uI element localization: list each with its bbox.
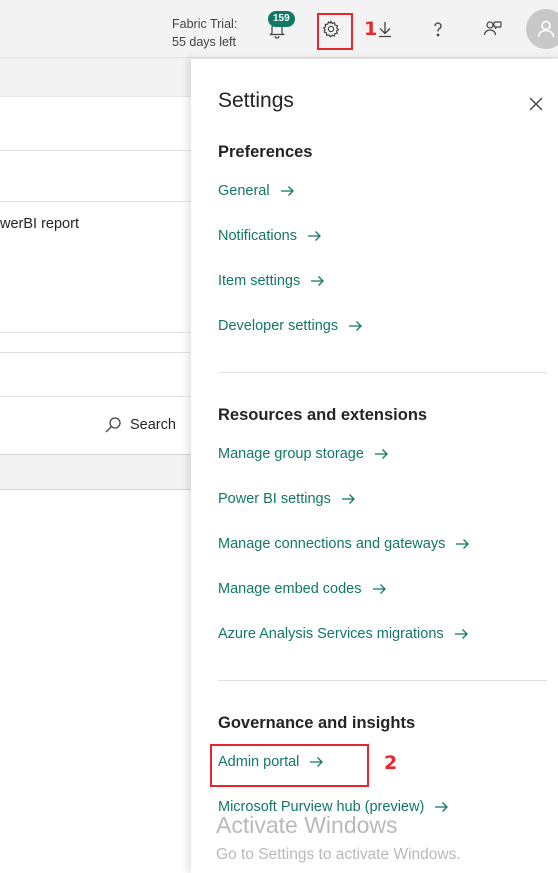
close-icon[interactable]	[527, 95, 545, 113]
link-manage-embed-codes[interactable]: Manage embed codes	[218, 581, 387, 597]
link-general[interactable]: General	[218, 183, 295, 199]
link-label: Manage connections and gateways	[218, 536, 446, 552]
background-toolbar	[0, 59, 191, 97]
background-divider	[0, 396, 191, 397]
search-label: Search	[130, 417, 176, 433]
link-manage-group-storage[interactable]: Manage group storage	[218, 446, 389, 462]
link-power-bi-settings[interactable]: Power BI settings	[218, 491, 356, 507]
link-label: Item settings	[218, 273, 301, 289]
section-heading-governance: Governance and insights	[218, 714, 416, 732]
background-divider	[0, 352, 191, 353]
step1-highlight	[317, 13, 353, 50]
link-label: Manage group storage	[218, 446, 364, 462]
link-label: Notifications	[218, 228, 297, 244]
step2-number: 2	[384, 752, 398, 774]
activate-windows-title: Activate Windows	[216, 812, 398, 838]
link-label: General	[218, 183, 270, 199]
download-icon	[379, 22, 391, 38]
arrow-right-icon	[372, 584, 386, 594]
link-manage-connections[interactable]: Manage connections and gateways	[218, 536, 470, 552]
link-label: Developer settings	[218, 318, 339, 334]
background-header-row	[0, 150, 191, 202]
help-button[interactable]	[421, 12, 455, 46]
link-notifications[interactable]: Notifications	[218, 228, 322, 244]
arrow-right-icon	[456, 539, 470, 549]
background-table-header	[0, 454, 191, 490]
trial-label: Fabric Trial:	[172, 17, 238, 31]
trial-status: Fabric Trial: 55 days left	[172, 15, 237, 51]
arrow-right-icon	[341, 494, 355, 504]
download-button[interactable]	[368, 12, 402, 46]
feedback-button[interactable]	[476, 12, 510, 46]
trial-days-left: 55 days left	[172, 35, 236, 49]
link-item-settings[interactable]: Item settings	[218, 273, 325, 289]
settings-title: Settings	[218, 89, 294, 112]
arrow-right-icon	[454, 629, 468, 639]
section-divider	[218, 372, 547, 373]
link-label: Azure Analysis Services migrations	[218, 626, 444, 642]
avatar-icon	[537, 20, 555, 38]
link-label: Power BI settings	[218, 491, 331, 507]
background-search[interactable]: Search	[104, 416, 176, 434]
people-icon	[483, 21, 502, 36]
notification-badge: 159	[268, 11, 295, 27]
background-divider	[0, 332, 191, 333]
link-azure-analysis-migrations[interactable]: Azure Analysis Services migrations	[218, 626, 469, 642]
section-heading-preferences: Preferences	[218, 143, 313, 161]
arrow-right-icon	[280, 186, 294, 196]
activate-windows-subtitle: Go to Settings to activate Windows.	[216, 846, 461, 863]
link-developer-settings[interactable]: Developer settings	[218, 318, 363, 334]
arrow-right-icon	[349, 321, 363, 331]
arrow-right-icon	[311, 276, 325, 286]
section-heading-resources: Resources and extensions	[218, 406, 428, 424]
section-divider	[218, 680, 547, 681]
search-icon	[105, 417, 121, 433]
step2-highlight	[210, 744, 369, 787]
arrow-right-icon	[374, 449, 388, 459]
avatar[interactable]	[526, 9, 558, 49]
background-report-text: werBI report	[0, 216, 79, 232]
arrow-right-icon	[307, 231, 321, 241]
link-label: Manage embed codes	[218, 581, 362, 597]
top-bar: Fabric Trial: 55 days left 159 1	[0, 0, 558, 58]
arrow-right-icon	[435, 802, 449, 812]
help-icon	[434, 22, 442, 37]
